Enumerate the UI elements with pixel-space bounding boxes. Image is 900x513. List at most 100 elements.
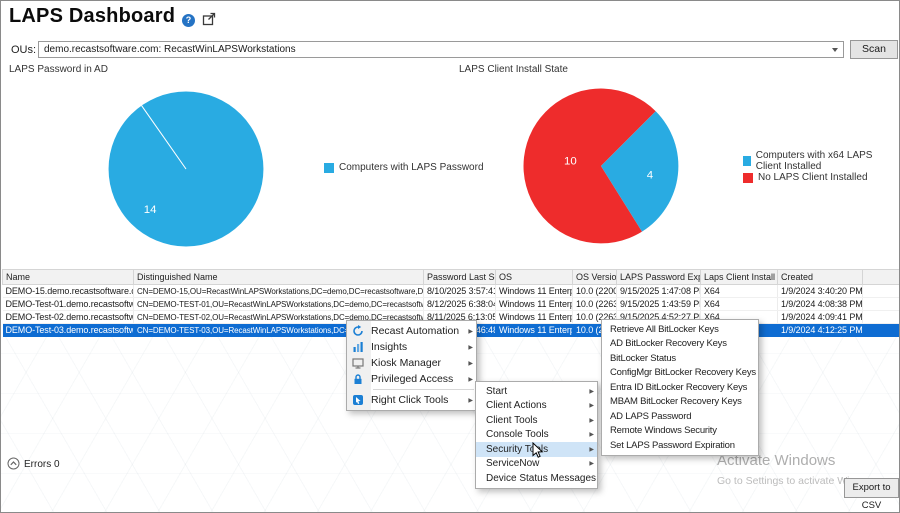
menu-item-ad-laps-password[interactable]: AD LAPS Password xyxy=(602,409,758,424)
submenu-arrow-icon: ▶ xyxy=(468,376,473,383)
popout-icon[interactable] xyxy=(201,11,217,27)
column-header-laps-password-expiration[interactable]: LAPS Password Expiration xyxy=(617,270,701,285)
menu-item-retrieve-all-bitlocker-keys[interactable]: Retrieve All BitLocker Keys xyxy=(602,322,758,337)
scan-button[interactable]: Scan xyxy=(850,40,898,59)
activate-windows-watermark-subtext: Go to Settings to activate Wind xyxy=(717,475,849,487)
submenu-arrow-icon: ▶ xyxy=(589,446,594,453)
menu-item-label: Recast Automation xyxy=(371,325,459,337)
submenu-arrow-icon: ▶ xyxy=(589,388,594,395)
legend-label: No LAPS Client Installed xyxy=(758,172,868,183)
table-cell: 8/10/2025 3:57:41 AM xyxy=(424,285,496,298)
menu-item-right-click-tools[interactable]: Right Click Tools ▶ xyxy=(347,392,476,408)
menu-item-mbam-bitlocker-recovery-keys[interactable]: MBAM BitLocker Recovery Keys xyxy=(602,395,758,410)
menu-item-kiosk-manager[interactable]: Kiosk Manager ▶ xyxy=(347,355,476,371)
table-cell: Windows 11 Enterprise xyxy=(496,298,573,311)
legend-label: Computers with LAPS Password xyxy=(339,162,484,173)
submenu-arrow-icon: ▶ xyxy=(468,397,473,404)
column-header-laps-client-install-state[interactable]: Laps Client Install State xyxy=(701,270,778,285)
menu-item-label: Insights xyxy=(371,341,407,353)
ou-label: OUs: xyxy=(11,44,36,56)
menu-item-entra-id-bitlocker-recovery-keys[interactable]: Entra ID BitLocker Recovery Keys xyxy=(602,380,758,395)
legend-swatch-red xyxy=(743,173,753,183)
table-cell: Windows 11 Enterprise xyxy=(496,311,573,324)
chart-title-laps-password: LAPS Password in AD xyxy=(9,64,108,75)
menu-item-client-tools[interactable]: Client Tools ▶ xyxy=(476,413,597,428)
menu-item-console-tools[interactable]: Console Tools ▶ xyxy=(476,428,597,443)
chevron-down-icon xyxy=(832,48,838,52)
pie-chart-laps-password: 14 xyxy=(98,81,274,257)
menu-item-recast-automation[interactable]: Recast Automation ▶ xyxy=(347,323,476,339)
help-icon[interactable]: ? xyxy=(182,14,195,27)
menu-item-set-laps-password-expiration[interactable]: Set LAPS Password Expiration xyxy=(602,438,758,453)
menu-item-ad-bitlocker-recovery-keys[interactable]: AD BitLocker Recovery Keys xyxy=(602,337,758,352)
column-header-os-version[interactable]: OS Version xyxy=(573,270,617,285)
table-cell: 1/9/2024 3:40:20 PM xyxy=(778,285,863,298)
pie-chart-client-install: 10 4 xyxy=(513,78,689,254)
ou-select[interactable]: demo.recastsoftware.com: RecastWinLAPSWo… xyxy=(38,41,844,58)
menu-item-start[interactable]: Start ▶ xyxy=(476,384,597,399)
recast-automation-icon xyxy=(350,325,366,337)
table-cell: CN=DEMO-15,OU=RecastWinLAPSWorkstations,… xyxy=(134,285,424,298)
submenu-security-tools: Retrieve All BitLocker Keys AD BitLocker… xyxy=(601,319,759,456)
table-cell: DEMO-15.demo.recastsoftware.com xyxy=(3,285,134,298)
right-click-tools-icon xyxy=(350,394,366,406)
legend-label: Computers with x64 LAPS Client Installed xyxy=(756,150,899,172)
table-cell: DEMO-Test-01.demo.recastsoftware.com xyxy=(3,298,134,311)
table-cell: CN=DEMO-TEST-01,OU=RecastWinLAPSWorkstat… xyxy=(134,298,424,311)
privileged-access-icon xyxy=(350,373,366,385)
column-header-distinguished-name[interactable]: Distinguished Name xyxy=(134,270,424,285)
insights-icon xyxy=(350,341,366,353)
menu-item-device-status-messages[interactable]: Device Status Messages xyxy=(476,471,597,486)
column-header-name[interactable]: Name xyxy=(3,270,134,285)
menu-item-label: Kiosk Manager xyxy=(371,357,441,369)
table-cell-filler xyxy=(863,324,900,337)
table-cell: DEMO-Test-03.demo.recastsoftware.com xyxy=(3,324,134,337)
pie-value-label-x64: 4 xyxy=(647,169,654,181)
legend-swatch-blue xyxy=(324,163,334,173)
column-header-os[interactable]: OS xyxy=(496,270,573,285)
pie-value-label-no-client: 10 xyxy=(564,155,577,167)
chart-title-client-install: LAPS Client Install State xyxy=(459,64,568,75)
submenu-arrow-icon: ▶ xyxy=(589,417,594,424)
menu-item-insights[interactable]: Insights ▶ xyxy=(347,339,476,355)
menu-item-remote-windows-security[interactable]: Remote Windows Security xyxy=(602,424,758,439)
column-header-password-last-set[interactable]: Password Last Set xyxy=(424,270,496,285)
table-cell-filler xyxy=(863,298,900,311)
menu-item-configmgr-bitlocker-recovery-keys[interactable]: ConfigMgr BitLocker Recovery Keys xyxy=(602,366,758,381)
legend-laps-password: Computers with LAPS Password xyxy=(324,162,484,173)
table-row[interactable]: DEMO-15.demo.recastsoftware.com CN=DEMO-… xyxy=(3,285,900,298)
table-cell: 9/15/2025 1:47:08 PM xyxy=(617,285,701,298)
submenu-arrow-icon: ▶ xyxy=(468,328,473,335)
kiosk-manager-icon xyxy=(350,357,366,369)
table-header-row: Name Distinguished Name Password Last Se… xyxy=(3,270,900,285)
table-cell-filler xyxy=(863,311,900,324)
menu-item-label: Privileged Access xyxy=(371,373,453,385)
context-menu-main: Recast Automation ▶ Insights ▶ Kiosk Man… xyxy=(346,320,477,411)
page-title: LAPS Dashboard xyxy=(9,5,175,28)
export-to-csv-button[interactable]: Export to CSV xyxy=(844,478,899,498)
legend-x64-client: Computers with x64 LAPS Client Installed xyxy=(743,150,899,172)
table-cell: 1/9/2024 4:08:38 PM xyxy=(778,298,863,311)
submenu-arrow-icon: ▶ xyxy=(589,431,594,438)
submenu-arrow-icon: ▶ xyxy=(468,360,473,367)
table-row[interactable]: DEMO-Test-01.demo.recastsoftware.com CN=… xyxy=(3,298,900,311)
menu-item-client-actions[interactable]: Client Actions ▶ xyxy=(476,399,597,414)
submenu-arrow-icon: ▶ xyxy=(468,344,473,351)
mouse-cursor xyxy=(532,442,544,464)
laps-dashboard-window: LAPS Dashboard ? OUs: demo.recastsoftwar… xyxy=(0,0,900,513)
table-cell: Windows 11 Enterprise xyxy=(496,285,573,298)
table-cell: X64 xyxy=(701,298,778,311)
table-cell: 1/9/2024 4:12:25 PM xyxy=(778,324,863,337)
column-header-created[interactable]: Created xyxy=(778,270,863,285)
pie-value-label: 14 xyxy=(144,204,157,216)
column-header-filler xyxy=(863,270,900,285)
table-cell: 10.0 (22631) xyxy=(573,298,617,311)
legend-no-client: No LAPS Client Installed xyxy=(743,172,868,183)
menu-item-label: Right Click Tools xyxy=(371,394,448,406)
menu-item-privileged-access[interactable]: Privileged Access ▶ xyxy=(347,371,476,387)
table-cell: Windows 11 Enterprise xyxy=(496,324,573,337)
ou-select-value: demo.recastsoftware.com: RecastWinLAPSWo… xyxy=(44,44,296,55)
legend-swatch-blue xyxy=(743,156,751,166)
table-cell: DEMO-Test-02.demo.recastsoftware.com xyxy=(3,311,134,324)
menu-item-bitlocker-status[interactable]: BitLocker Status xyxy=(602,351,758,366)
